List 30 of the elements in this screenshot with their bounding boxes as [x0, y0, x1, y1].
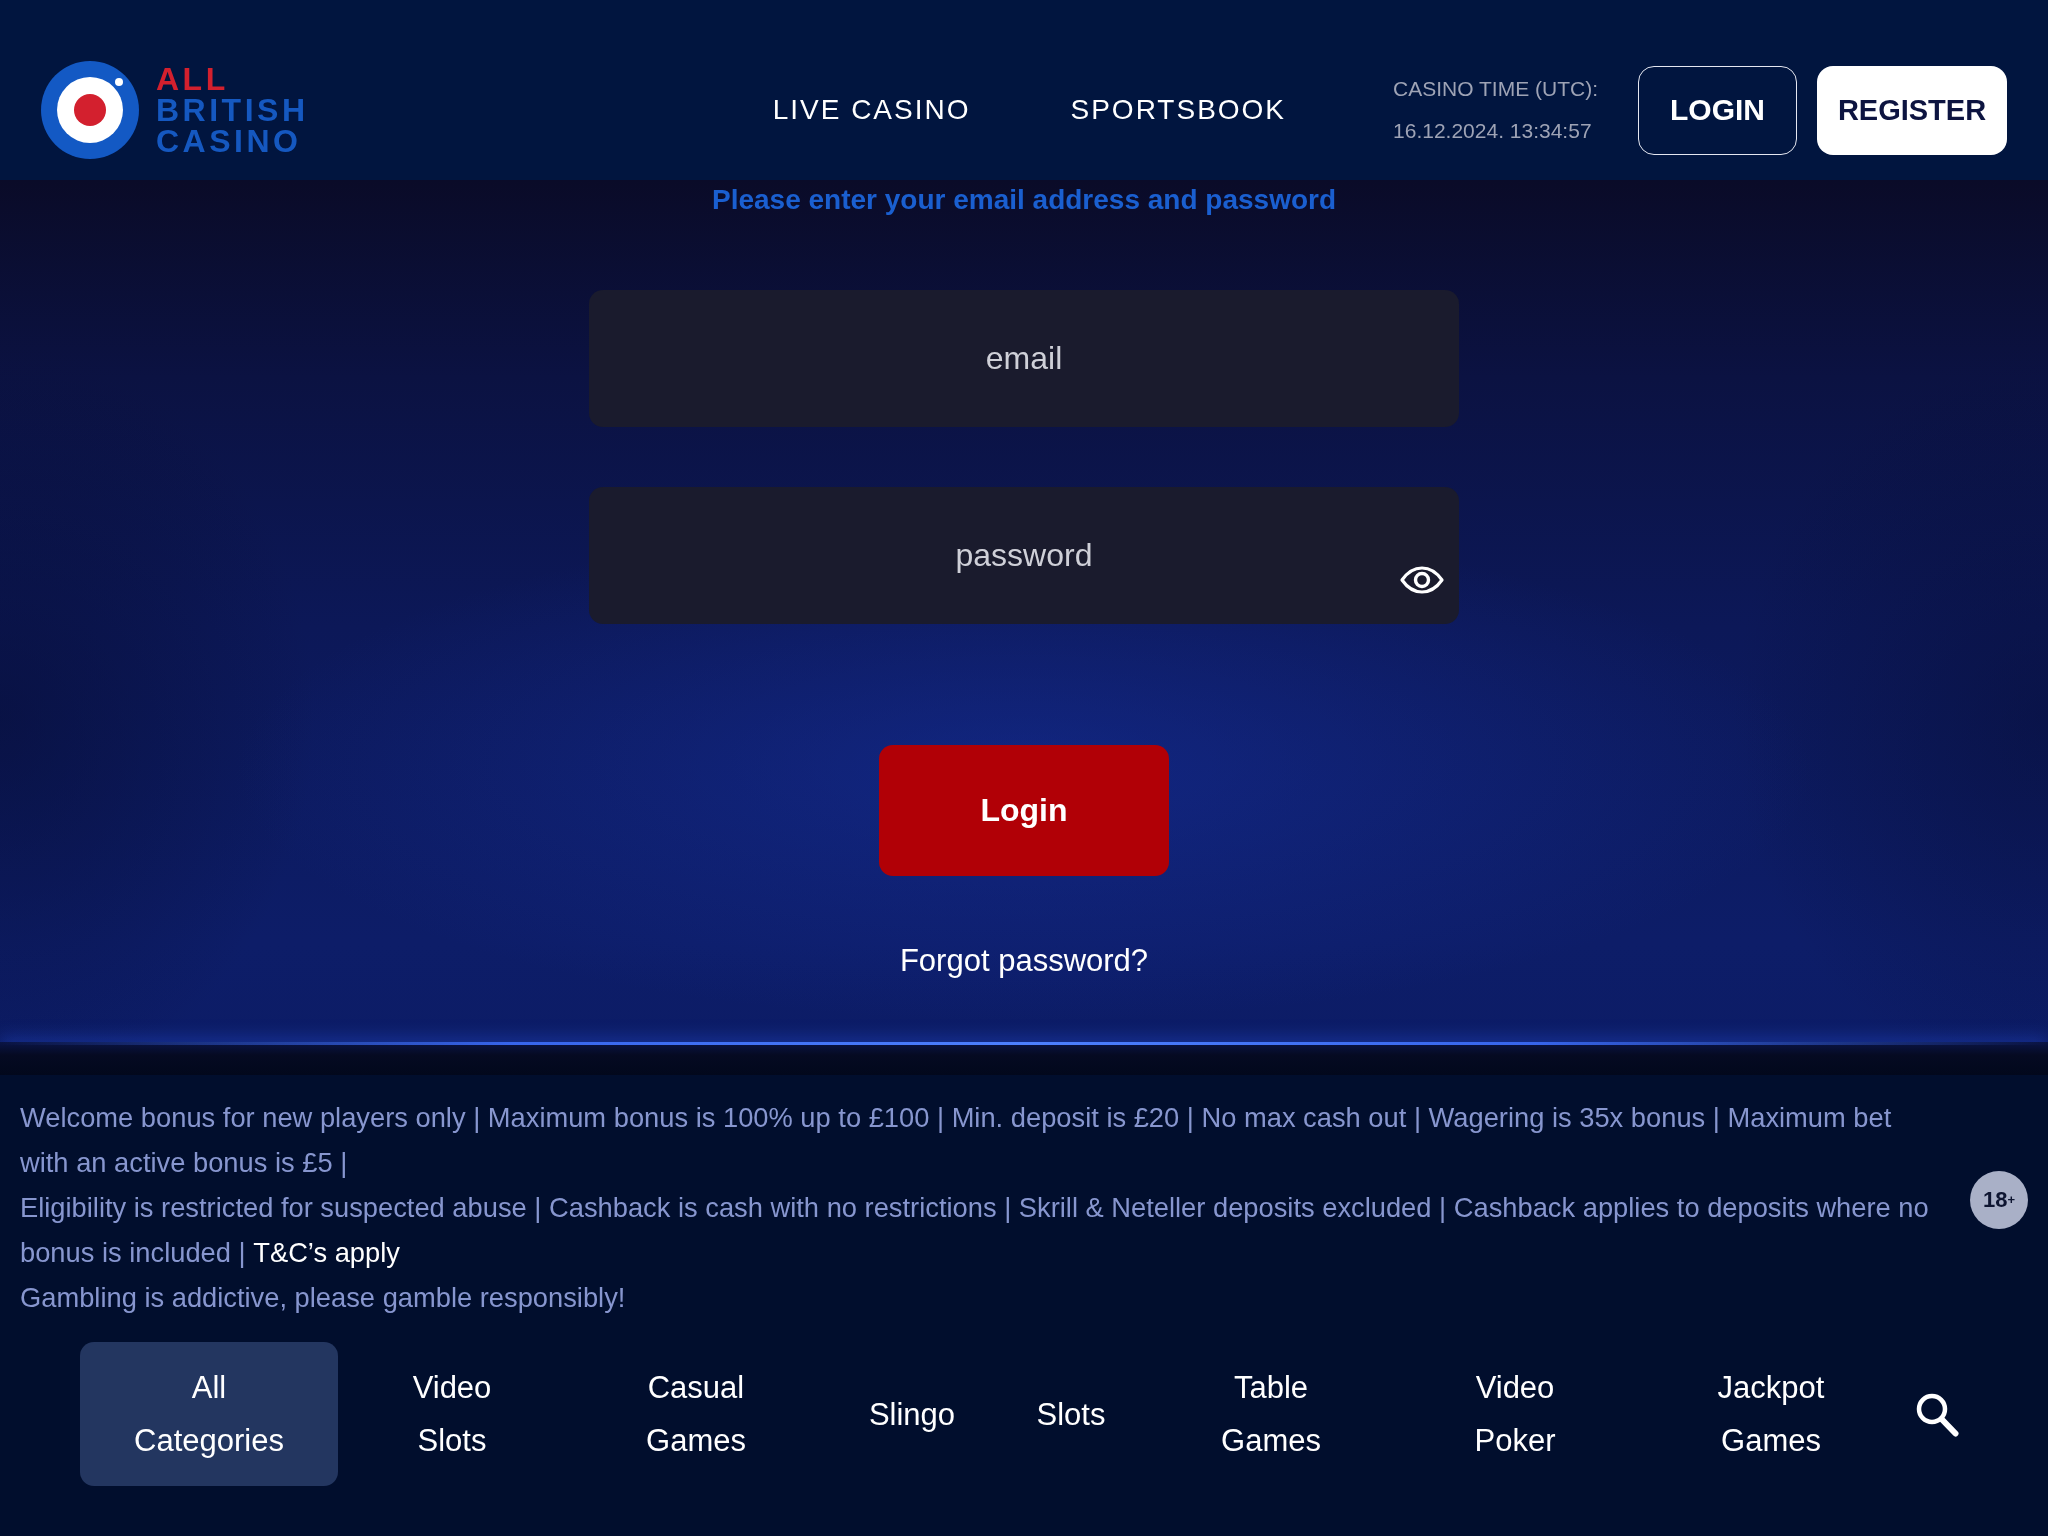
logo-text: ALL — [156, 63, 229, 95]
disclaimer-text: Gambling is addictive, please gamble responsibly! — [20, 1281, 627, 1315]
disclaimer-text: Eligibility is restricted for suspected abuse | Cashback is cash with no restrictions | Skrill & Neteller deposits excluded | Cashback applies to deposits where no bonus is included | T&C’s apply — [20, 1191, 1930, 1270]
age-badge: 18$^{+}$ — [1970, 1170, 2028, 1229]
category-tab[interactable]: All Categories — [80, 1342, 338, 1486]
logo-text: CASINO — [156, 125, 302, 157]
category-tab[interactable]: Casual Games — [566, 1342, 826, 1486]
login-button[interactable]: Login — [879, 745, 1169, 876]
eye-icon[interactable] — [1400, 566, 1444, 594]
email-field[interactable]: email — [589, 290, 1459, 427]
category-tab[interactable]: Table Games — [1144, 1342, 1398, 1486]
login-button[interactable]: LOGIN — [1638, 65, 1797, 155]
logo-text: BRITISH — [156, 94, 309, 126]
roundel-icon — [40, 60, 140, 160]
category-tab[interactable]: Video Poker — [1398, 1342, 1632, 1486]
nav-link[interactable]: SPORTSBOOK — [1070, 92, 1287, 128]
terms-link[interactable]: T&C’s apply — [253, 1237, 400, 1268]
forgot-password-link[interactable]: Forgot password? — [899, 941, 1149, 981]
category-tab[interactable]: Jackpot Games — [1632, 1342, 1910, 1486]
form-heading: Please enter your email address and password — [711, 183, 1336, 217]
password-field[interactable]: password — [589, 487, 1459, 624]
disclaimer-text: Welcome bonus for new players only | Maximum bonus is 100% up to £100 | Min. deposit is £20 | No max cash out | Wagering is 35x bonus | Maximum bet with an active bonus is £5 | — [20, 1101, 1893, 1180]
category-tab[interactable]: Slingo — [826, 1342, 998, 1486]
register-button[interactable]: REGISTER — [1817, 65, 2007, 155]
category-tab[interactable]: Slots — [998, 1342, 1144, 1486]
search-icon[interactable] — [1915, 1391, 1959, 1437]
casino-time-label: CASINO TIME (UTC): — [1393, 76, 1598, 102]
casino-time-value: 16.12.2024. 13:34:57 — [1393, 118, 1592, 144]
nav-link[interactable]: LIVE CASINO — [772, 92, 971, 128]
category-tab[interactable]: Video Slots — [338, 1342, 566, 1486]
